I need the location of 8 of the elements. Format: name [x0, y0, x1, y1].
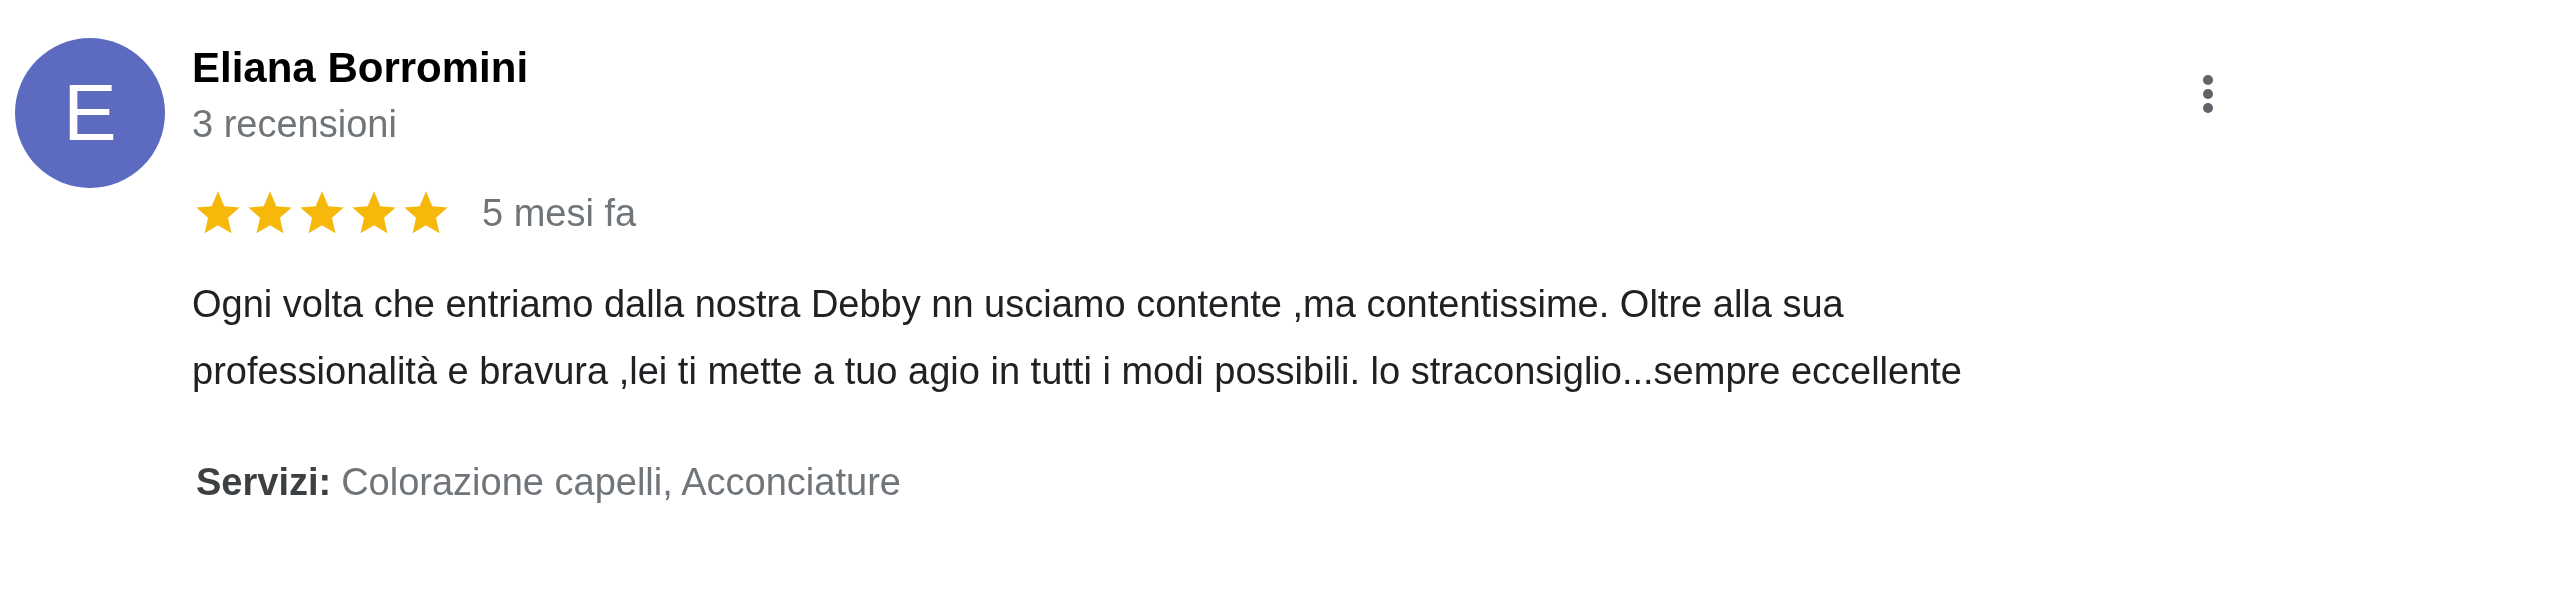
services-label: Servizi: [196, 461, 332, 503]
review-count: 3 recensioni [192, 102, 398, 147]
avatar[interactable]: E [15, 38, 165, 188]
more-options-icon[interactable] [2202, 74, 2214, 114]
services-list: Colorazione capelli, Acconciature [341, 461, 901, 503]
review-text: Ogni volta che entriamo dalla nostra Debby nn usciamo contente ,ma contentissime. Oltre alla sua professionalità e bravura ,lei ti mette a tuo agio in tutti i modi possibili. lo straconsiglio...sempre eccellente [192, 282, 1963, 394]
review-date: 5 mesi fa [482, 191, 637, 235]
author-name[interactable]: Eliana Borromini [192, 38, 2002, 98]
